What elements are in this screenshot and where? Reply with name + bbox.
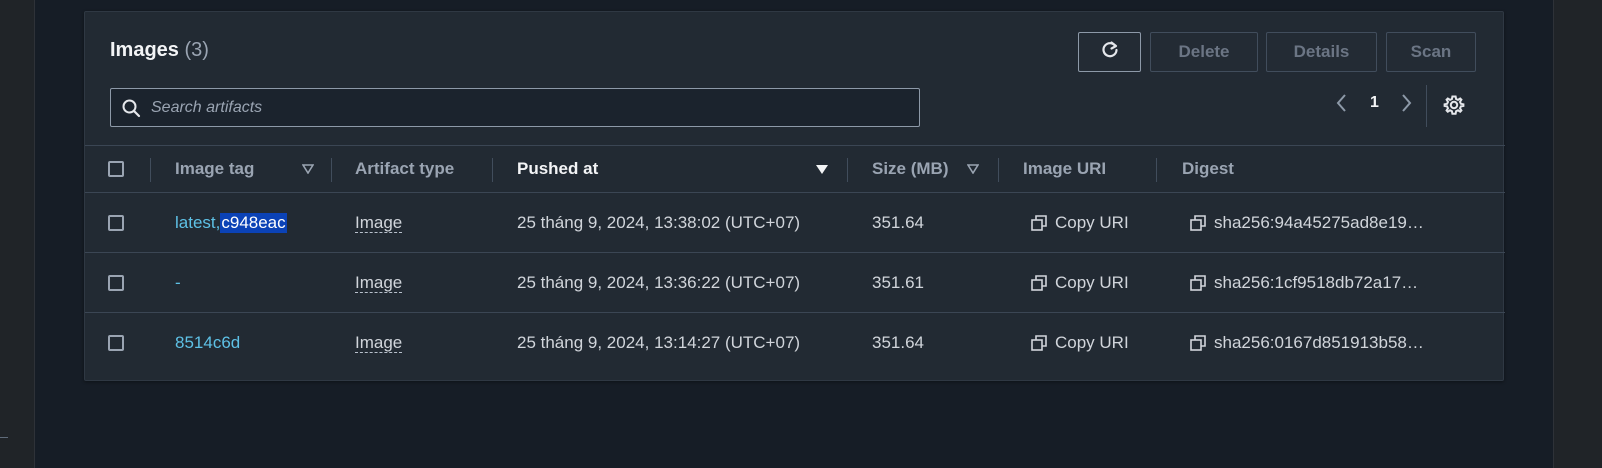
table-header: Image tag Artifact type Pushed at Size (… <box>85 145 1505 193</box>
artifact-type-cell: Image <box>355 193 403 253</box>
page-title: Images (3) <box>110 39 209 62</box>
copy-icon <box>1030 274 1048 292</box>
pushed-at-cell: 25 tháng 9, 2024, 13:14:27 (UTC+07) <box>517 333 801 352</box>
image-count: (3) <box>184 39 209 61</box>
column-header-pushed-at[interactable]: Pushed at <box>517 146 598 192</box>
details-button[interactable]: Details <box>1266 32 1377 72</box>
copy-uri-button[interactable]: Copy URI <box>1030 193 1129 253</box>
image-tag-link: - <box>175 273 181 292</box>
search-box[interactable] <box>110 88 920 127</box>
panel-title-text: Images <box>110 39 179 61</box>
image-tag-link[interactable]: 8514c6d <box>175 333 240 353</box>
gear-icon <box>1443 94 1465 121</box>
copy-uri-label[interactable]: Copy URI <box>1055 213 1129 233</box>
column-header-digest: Digest <box>1182 159 1234 178</box>
copy-uri-label[interactable]: Copy URI <box>1055 333 1129 353</box>
images-table: Image tag Artifact type Pushed at Size (… <box>85 145 1505 373</box>
search-icon <box>121 97 143 119</box>
chevron-left-icon <box>1335 92 1349 119</box>
artifact-type-label[interactable]: Image <box>355 213 403 233</box>
table-row: - Image 25 tháng 9, 2024, 13:36:22 (UTC+… <box>85 253 1505 313</box>
sort-descending-icon[interactable] <box>300 161 316 177</box>
pager-divider <box>1426 85 1427 127</box>
artifact-type-label[interactable]: Image <box>355 333 403 353</box>
copy-uri-button[interactable]: Copy URI <box>1030 313 1129 373</box>
table-row: latest, c948eac Image 25 tháng 9, 2024, … <box>85 193 1505 253</box>
column-header-size[interactable]: Size (MB) <box>872 146 949 192</box>
copy-icon[interactable] <box>1189 214 1207 232</box>
sort-active-icon[interactable] <box>814 161 830 177</box>
digest-value: sha256:94a45275ad8e19… <box>1214 213 1424 232</box>
column-divider <box>1156 158 1157 182</box>
pushed-at-cell: 25 tháng 9, 2024, 13:36:22 (UTC+07) <box>517 273 801 292</box>
artifact-type-label[interactable]: Image <box>355 273 403 293</box>
refresh-icon <box>1100 40 1120 65</box>
row-checkbox[interactable] <box>108 335 124 351</box>
refresh-button[interactable] <box>1078 32 1141 72</box>
select-all-checkbox[interactable] <box>108 161 124 177</box>
copy-icon <box>1030 214 1048 232</box>
image-tag-cell[interactable]: 8514c6d <box>175 313 240 373</box>
chevron-right-icon <box>1399 92 1413 119</box>
rail-tick <box>0 437 8 438</box>
row-checkbox[interactable] <box>108 215 124 231</box>
image-tag-cell: - <box>175 253 181 313</box>
column-divider <box>847 158 848 182</box>
row-checkbox[interactable] <box>108 275 124 291</box>
size-cell: 351.64 <box>872 213 924 232</box>
copy-uri-button[interactable]: Copy URI <box>1030 253 1129 313</box>
current-page[interactable]: 1 <box>1370 94 1379 112</box>
column-header-image-uri: Image URI <box>1023 159 1107 178</box>
pushed-at-cell: 25 tháng 9, 2024, 13:38:02 (UTC+07) <box>517 213 801 232</box>
column-divider <box>150 158 151 182</box>
copy-icon[interactable] <box>1189 274 1207 292</box>
digest-cell[interactable]: sha256:0167d851913b58… <box>1189 313 1424 373</box>
column-divider <box>492 158 493 182</box>
digest-value: sha256:0167d851913b58… <box>1214 333 1424 352</box>
copy-icon <box>1030 334 1048 352</box>
next-page-button[interactable] <box>1399 92 1413 119</box>
images-panel: Images (3) Delete Details Scan 1 <box>84 11 1505 381</box>
prev-page-button[interactable] <box>1335 92 1349 119</box>
digest-value: sha256:1cf9518db72a17… <box>1214 273 1419 292</box>
right-rail <box>1553 0 1602 468</box>
preferences-button[interactable] <box>1439 92 1469 122</box>
image-tag-link[interactable]: latest, <box>175 213 220 233</box>
digest-cell[interactable]: sha256:94a45275ad8e19… <box>1189 193 1424 253</box>
sort-descending-icon[interactable] <box>965 161 981 177</box>
copy-icon[interactable] <box>1189 334 1207 352</box>
scan-button[interactable]: Scan <box>1386 32 1476 72</box>
artifact-type-cell: Image <box>355 253 403 313</box>
column-divider <box>998 158 999 182</box>
delete-button[interactable]: Delete <box>1150 32 1258 72</box>
image-tag-cell[interactable]: latest, c948eac <box>175 193 287 253</box>
image-tag-selected-text[interactable]: c948eac <box>220 213 287 233</box>
column-header-image-tag[interactable]: Image tag <box>175 146 254 192</box>
size-cell: 351.64 <box>872 333 924 352</box>
table-row: 8514c6d Image 25 tháng 9, 2024, 13:14:27… <box>85 313 1505 373</box>
search-input[interactable] <box>151 98 891 117</box>
artifact-type-cell: Image <box>355 313 403 373</box>
size-cell: 351.61 <box>872 273 924 292</box>
column-header-artifact-type[interactable]: Artifact type <box>355 146 454 192</box>
copy-uri-label[interactable]: Copy URI <box>1055 273 1129 293</box>
digest-cell[interactable]: sha256:1cf9518db72a17… <box>1189 253 1418 313</box>
column-divider <box>331 158 332 182</box>
left-rail <box>0 0 35 468</box>
